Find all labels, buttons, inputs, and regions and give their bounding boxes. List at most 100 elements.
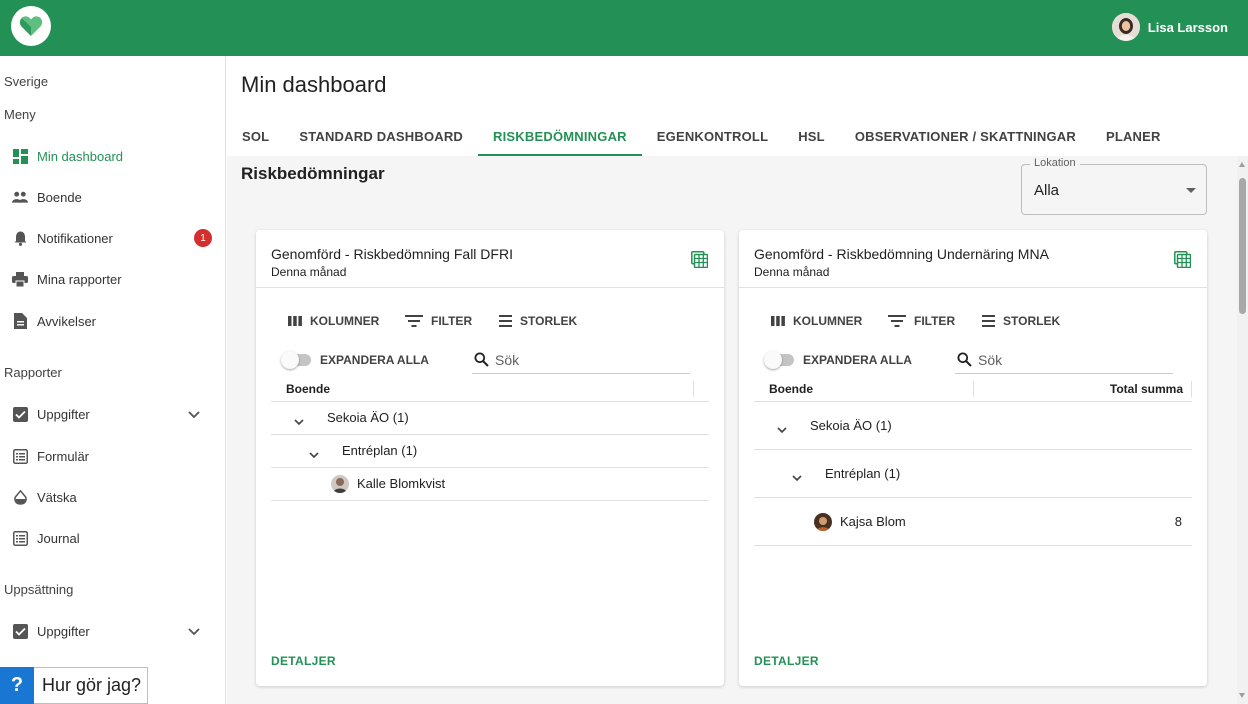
columns-button[interactable]: KOLUMNER [288, 314, 379, 328]
sidebar-item-label: Avvikelser [37, 313, 97, 329]
card-subtitle: Denna månad [271, 265, 347, 279]
search-input[interactable]: Sök [955, 346, 1173, 374]
expand-all-label: EXPANDERA ALLA [320, 353, 429, 367]
user-avatar [1111, 13, 1140, 41]
user-menu[interactable]: Lisa Larsson [1111, 12, 1228, 42]
columns-label: KOLUMNER [310, 314, 380, 328]
details-button[interactable]: DETALJER [271, 654, 336, 668]
table-row[interactable]: Kajsa Blom 8 [754, 498, 1192, 546]
card-title: Genomförd - Riskbedömning Undernäring MN… [754, 246, 1049, 262]
vertical-scrollbar[interactable] [1237, 156, 1248, 704]
top-app-bar: Lisa Larsson [0, 0, 1248, 56]
bell-icon [12, 230, 28, 246]
column-separator[interactable] [1191, 381, 1192, 397]
location-label: Lokation [1030, 157, 1080, 169]
help-widget[interactable]: ? Hur gör jag? [0, 666, 148, 704]
column-separator[interactable] [973, 381, 974, 397]
printer-icon [12, 271, 28, 287]
column-header-boende[interactable]: Boende [769, 382, 813, 396]
app-logo[interactable] [11, 6, 51, 46]
expand-all-toggle[interactable] [764, 351, 794, 369]
table-row[interactable]: Entréplan (1) [271, 435, 709, 468]
card-header: Genomförd - Riskbedömning Fall DFRI Denn… [256, 230, 724, 288]
resident-name: Kajsa Blom [840, 513, 906, 529]
expand-all-toggle[interactable] [281, 351, 311, 369]
sidebar-item-uppgifter-rapporter[interactable]: Uppgifter [12, 402, 216, 426]
country-label: Sverige [4, 74, 49, 89]
sidebar-item-label: Boende [37, 189, 82, 205]
table-row[interactable]: Entréplan (1) [754, 450, 1192, 498]
expand-all-label: EXPANDERA ALLA [803, 353, 912, 367]
sidebar-item-mina-rapporter[interactable]: Mina rapporter [12, 267, 216, 291]
sidebar-item-journal[interactable]: Journal [12, 526, 216, 550]
search-icon [474, 352, 489, 367]
sidebar-item-label: Vätska [37, 489, 77, 505]
reports-heading: Rapporter [4, 365, 62, 380]
group-label: Sekoia ÄO (1) [810, 417, 892, 433]
resident-name: Kalle Blomkvist [357, 476, 446, 491]
avatar [331, 475, 349, 493]
tab-planer[interactable]: PLANER [1091, 116, 1176, 156]
location-value: Alla [1034, 182, 1060, 199]
sidebar-item-formular[interactable]: Formulär [12, 444, 216, 468]
sidebar-item-label: Notifikationer [37, 230, 113, 246]
location-select[interactable]: Lokation Alla [1021, 157, 1207, 215]
tab-sol[interactable]: SOL [227, 116, 284, 156]
table-header: Boende [271, 376, 709, 402]
tab-riskbedomningar[interactable]: RISKBEDÖMNINGAR [478, 116, 642, 156]
density-icon [499, 315, 512, 327]
dashboard-icon [12, 148, 28, 164]
sidebar-item-uppgifter-uppsattning[interactable]: Uppgifter [12, 619, 216, 643]
size-button[interactable]: STORLEK [499, 314, 577, 328]
search-icon [957, 352, 972, 367]
scroll-up-arrow-icon[interactable] [1239, 162, 1245, 167]
table-row[interactable]: Sekoia ÄO (1) [271, 402, 709, 435]
table-row[interactable]: Sekoia ÄO (1) [754, 402, 1192, 450]
card-title: Genomförd - Riskbedömning Fall DFRI [271, 246, 513, 262]
tab-hsl[interactable]: HSL [783, 116, 840, 156]
chevron-down-icon[interactable] [294, 414, 304, 429]
chevron-down-icon[interactable] [792, 470, 802, 485]
list-icon [12, 448, 28, 464]
checkbox-icon [12, 623, 28, 639]
filter-label: FILTER [914, 314, 956, 328]
chevron-down-icon[interactable] [188, 624, 200, 639]
columns-button[interactable]: KOLUMNER [771, 314, 862, 328]
filter-button[interactable]: FILTER [405, 314, 472, 328]
risk-card-fall-dfri: Genomförd - Riskbedömning Fall DFRI Denn… [256, 230, 724, 686]
tab-observationer-skattningar[interactable]: OBSERVATIONER / SKATTNINGAR [840, 116, 1091, 156]
main-content: Min dashboard SOL STANDARD DASHBOARD RIS… [227, 56, 1248, 704]
heart-logo-icon [19, 16, 43, 36]
scroll-down-arrow-icon[interactable] [1239, 693, 1245, 698]
sidebar-item-vatska[interactable]: Vätska [12, 485, 216, 509]
list-icon [12, 530, 28, 546]
spreadsheet-export-icon[interactable] [1174, 251, 1192, 273]
scrollbar-thumb[interactable] [1239, 178, 1246, 314]
table-row[interactable]: Kalle Blomkvist [271, 468, 709, 501]
people-icon [12, 189, 28, 205]
column-header-boende[interactable]: Boende [286, 382, 330, 396]
column-separator[interactable] [693, 381, 694, 397]
column-header-total-summa[interactable]: Total summa [1110, 382, 1183, 396]
spreadsheet-export-icon[interactable] [691, 251, 709, 273]
details-button[interactable]: DETALJER [754, 654, 819, 668]
filter-button[interactable]: FILTER [888, 314, 955, 328]
document-icon [12, 313, 28, 329]
tab-bar: SOL STANDARD DASHBOARD RISKBEDÖMNINGAR E… [227, 116, 1176, 156]
sidebar-item-avvikelser[interactable]: Avvikelser [12, 309, 216, 333]
checkbox-icon [12, 406, 28, 422]
tab-egenkontroll[interactable]: EGENKONTROLL [642, 116, 783, 156]
sidebar-item-min-dashboard[interactable]: Min dashboard [12, 144, 216, 168]
sidebar-item-boende[interactable]: Boende [12, 185, 216, 209]
tab-standard-dashboard[interactable]: STANDARD DASHBOARD [284, 116, 478, 156]
sidebar-item-notifikationer[interactable]: Notifikationer 1 [12, 226, 216, 250]
search-placeholder: Sök [495, 351, 520, 368]
chevron-down-icon[interactable] [777, 422, 787, 437]
dropdown-arrow-icon [1186, 188, 1196, 193]
search-input[interactable]: Sök [472, 346, 690, 374]
chevron-down-icon[interactable] [188, 407, 200, 422]
risk-card-undernaring-mna: Genomförd - Riskbedömning Undernäring MN… [739, 230, 1207, 686]
search-placeholder: Sök [978, 351, 1003, 368]
size-button[interactable]: STORLEK [982, 314, 1060, 328]
chevron-down-icon[interactable] [309, 447, 319, 462]
